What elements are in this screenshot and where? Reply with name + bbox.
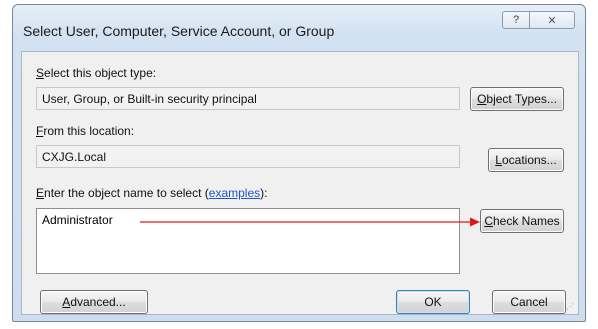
check-names-button-accel: C (484, 214, 493, 228)
dialog-body: Select this object type: User, Group, or… (21, 51, 579, 315)
close-icon: ✕ (547, 14, 557, 27)
object-name-label-accel: E (36, 186, 45, 200)
advanced-button[interactable]: Advanced... (40, 290, 148, 314)
object-name-label-text: nter the object name to select ( (44, 186, 209, 200)
object-name-input[interactable]: Administrator (36, 208, 460, 274)
object-types-button[interactable]: Object Types... (470, 87, 564, 111)
object-type-label-text: elect this object type: (44, 66, 157, 80)
ok-button[interactable]: OK (396, 290, 470, 314)
dialog-title: Select User, Computer, Service Account, … (23, 23, 335, 39)
help-icon: ? (512, 14, 520, 26)
title-bar[interactable]: Select User, Computer, Service Account, … (13, 5, 585, 51)
check-names-button[interactable]: Check Names (480, 209, 564, 233)
object-name-label: Enter the object name to select (example… (36, 186, 267, 200)
object-type-field: User, Group, or Built-in security princi… (36, 87, 460, 110)
select-user-dialog: Select User, Computer, Service Account, … (12, 4, 586, 322)
help-button[interactable]: ? (502, 11, 530, 29)
arrow-head (470, 217, 480, 227)
object-name-label-end: ): (260, 186, 268, 200)
object-type-label-accel: S (36, 66, 45, 80)
examples-link[interactable]: examples (209, 186, 260, 200)
location-label-text: rom this location: (43, 124, 135, 138)
location-label: From this location: (36, 124, 134, 138)
check-names-button-label: heck Names (492, 214, 560, 228)
locations-button-label: ocations... (501, 153, 557, 167)
resize-grip[interactable]: ⋰ (566, 302, 576, 312)
advanced-button-accel: A (62, 295, 71, 309)
close-button[interactable]: ✕ (529, 11, 575, 29)
object-types-button-label: bject Types... (486, 92, 557, 106)
advanced-button-label: dvanced... (70, 295, 126, 309)
locations-button-accel: L (495, 153, 502, 167)
locations-button[interactable]: Locations... (488, 148, 564, 172)
cancel-button[interactable]: Cancel (492, 290, 566, 314)
object-types-button-accel: O (477, 92, 487, 106)
location-field: CXJG.Local (36, 145, 460, 168)
object-name-value: Administrator (42, 213, 113, 227)
object-type-label: Select this object type: (36, 66, 156, 80)
